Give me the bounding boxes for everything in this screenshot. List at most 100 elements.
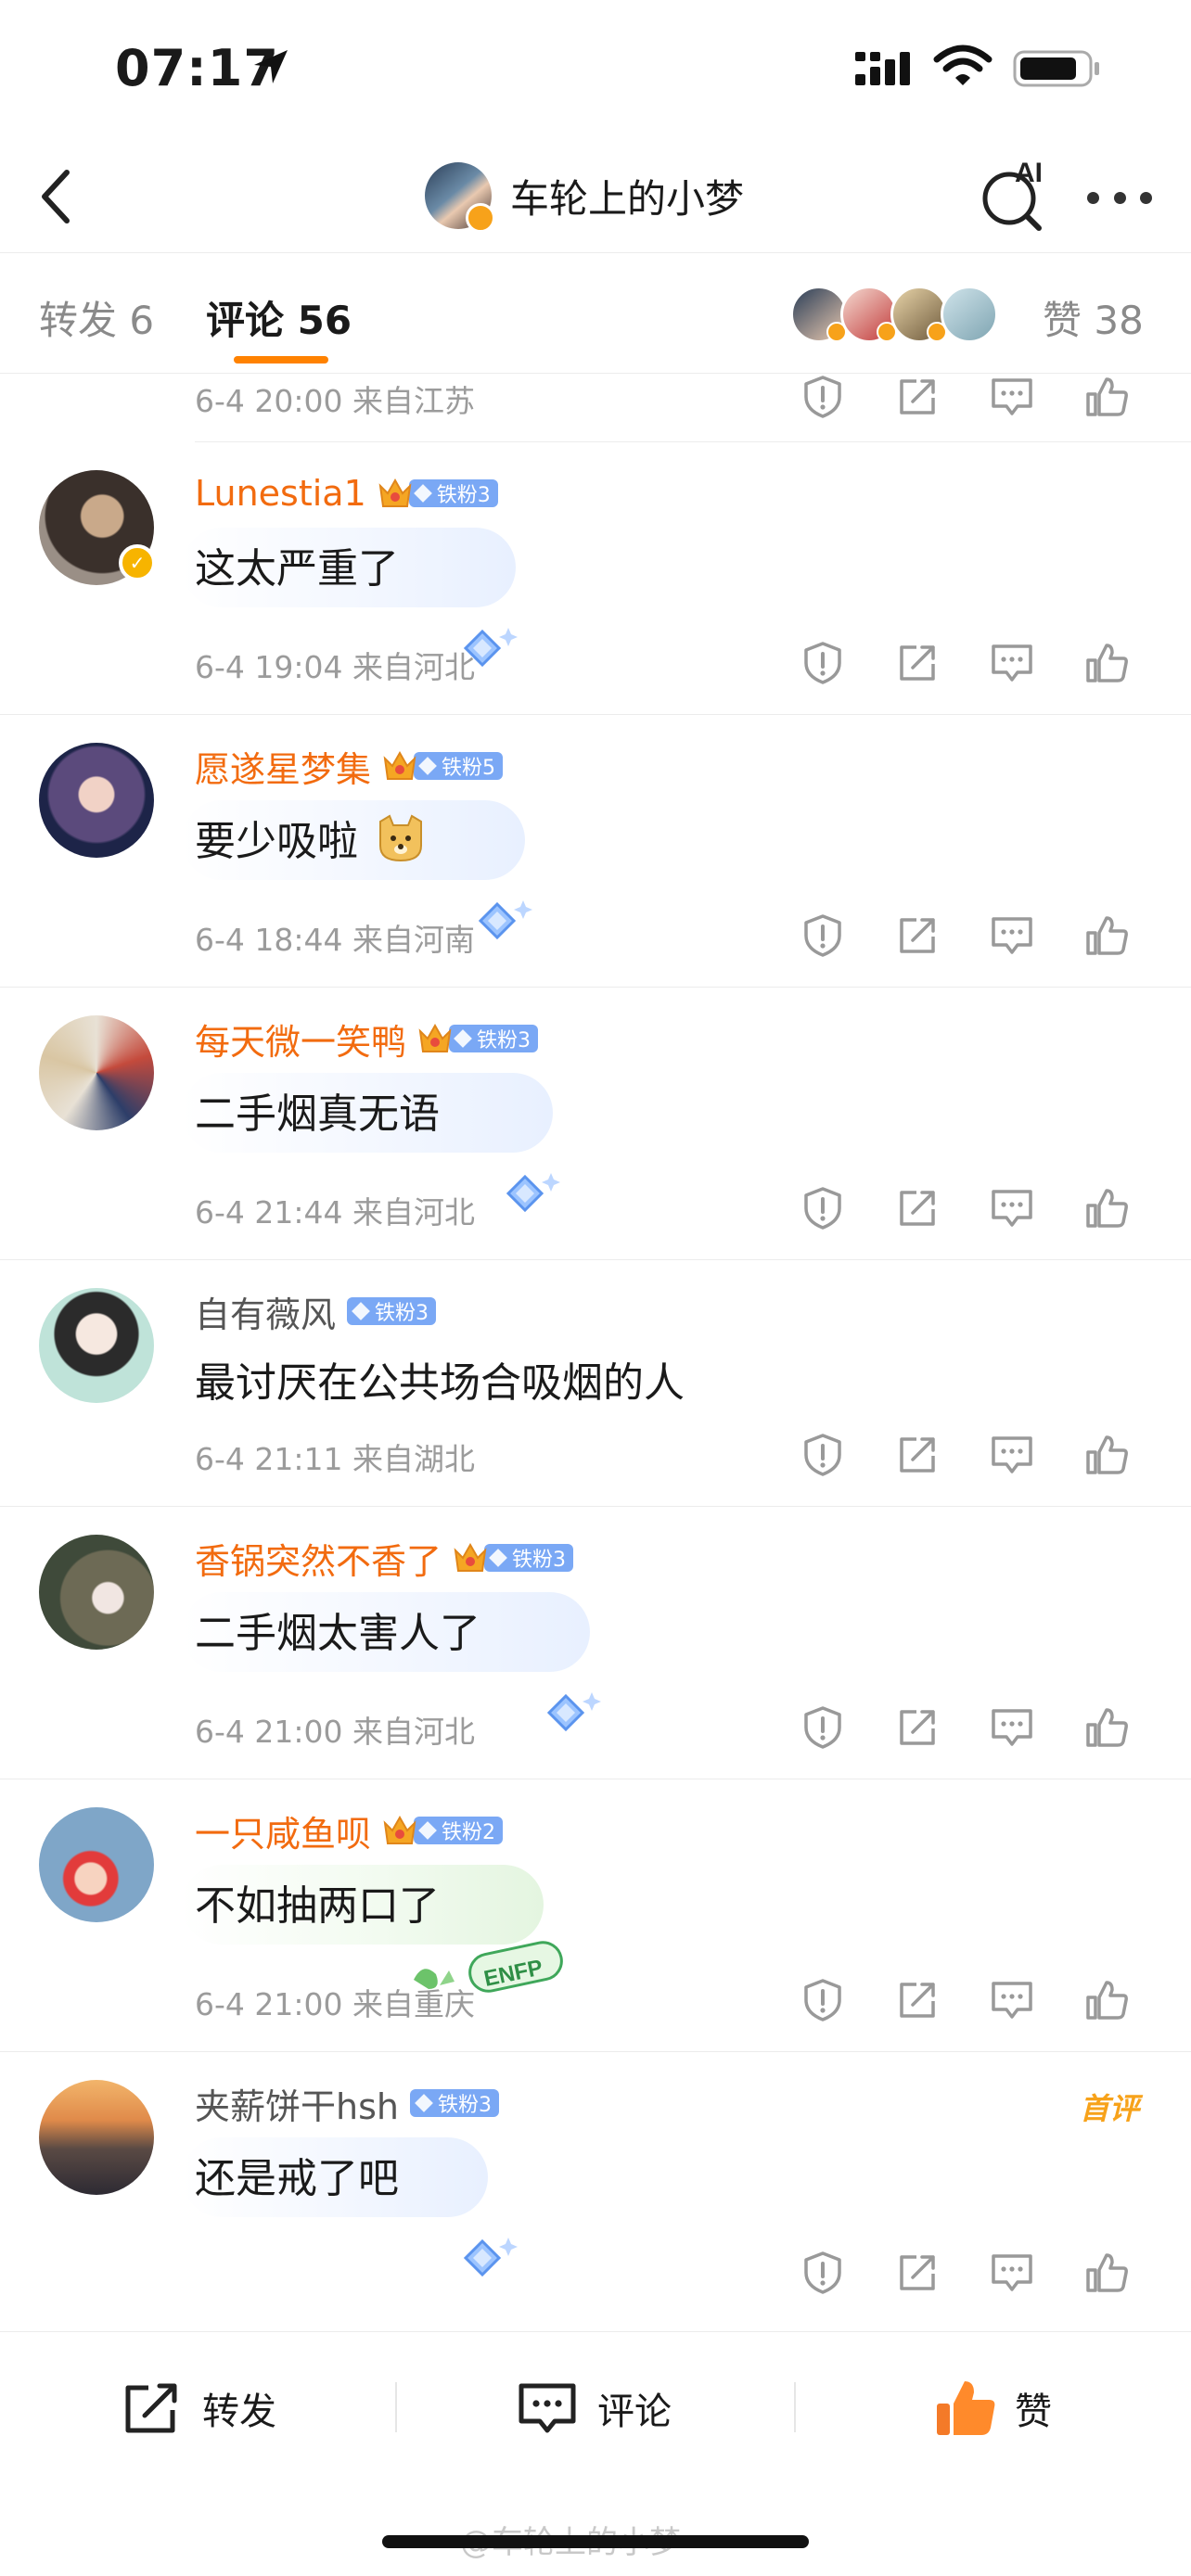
- shield-alert-icon: [804, 376, 841, 418]
- reply-button[interactable]: [965, 1431, 1059, 1479]
- like-button[interactable]: [1059, 639, 1154, 687]
- home-indicator[interactable]: [382, 2535, 809, 2548]
- like-label: 赞: [1015, 2391, 1052, 2433]
- comment-author[interactable]: 夹薪饼干hsh 铁粉3: [195, 2080, 499, 2127]
- reply-button[interactable]: [965, 1184, 1059, 1232]
- like-button[interactable]: 赞: [933, 2378, 1052, 2438]
- avatar[interactable]: [39, 2080, 154, 2195]
- comment-text: 这太严重了: [195, 545, 399, 593]
- share-button[interactable]: [870, 1431, 965, 1479]
- share-button[interactable]: [870, 373, 965, 421]
- author-name: 香锅突然不香了: [195, 1540, 442, 1582]
- comment-item[interactable]: 愿遂星梦集 铁粉5 要少吸啦 6-4 18:44 来自河南: [0, 715, 1191, 988]
- report-button[interactable]: [775, 639, 870, 687]
- comment-author[interactable]: 香锅突然不香了 铁粉3: [195, 1535, 574, 1582]
- share-button[interactable]: [870, 1976, 965, 2024]
- like-button[interactable]: [1059, 1976, 1154, 2024]
- like-button[interactable]: [1059, 2249, 1154, 2297]
- reply-button[interactable]: [965, 912, 1059, 960]
- comment-item[interactable]: 每天微一笑鸭 铁粉3 二手烟真无语 6-4 21:44 来自河北: [0, 988, 1191, 1260]
- share-button[interactable]: [870, 639, 965, 687]
- more-dot-icon: [1140, 191, 1152, 204]
- fan-level: 铁粉3: [408, 479, 498, 507]
- like-button[interactable]: [1059, 1431, 1154, 1479]
- crown-icon: [383, 750, 416, 780]
- report-button[interactable]: [775, 912, 870, 960]
- like-button[interactable]: [1059, 1703, 1154, 1752]
- report-button[interactable]: [775, 373, 870, 421]
- reply-button[interactable]: [965, 2249, 1059, 2297]
- reply-button[interactable]: [965, 1976, 1059, 2024]
- avatar[interactable]: [39, 743, 154, 858]
- ai-search-button[interactable]: AI: [978, 156, 1052, 236]
- avatar[interactable]: ✓: [39, 470, 156, 585]
- comment-actions: [775, 639, 1154, 687]
- tab-comments[interactable]: 评论 56: [206, 289, 352, 346]
- comment-icon: [992, 1709, 1032, 1746]
- comment-text: 二手烟真无语: [195, 1090, 440, 1138]
- comment-text: 还是戒了吧: [195, 2155, 399, 2202]
- diamond-sparkle-icon: [463, 2238, 518, 2277]
- report-button[interactable]: [775, 1976, 870, 2024]
- liker-avatars[interactable]: [790, 286, 998, 343]
- author-name: 每天微一笑鸭: [195, 1021, 407, 1063]
- comment-item[interactable]: ✓ Lunestia1 铁粉3 这太严重了 6-4 19:04 来自河北: [0, 442, 1191, 715]
- thumbs-up-icon: [1086, 1708, 1128, 1747]
- report-button[interactable]: [775, 1184, 870, 1232]
- avatar[interactable]: [39, 1288, 154, 1403]
- share-button[interactable]: [870, 1184, 965, 1232]
- thumbs-up-icon: [1086, 1189, 1128, 1228]
- more-button[interactable]: [1087, 184, 1152, 211]
- share-icon: [900, 645, 935, 681]
- back-button[interactable]: [28, 159, 83, 234]
- comment-author[interactable]: 愿遂星梦集 铁粉5: [195, 743, 504, 790]
- share-button[interactable]: [870, 912, 965, 960]
- repost-button[interactable]: 转发: [121, 2378, 276, 2438]
- comment-author[interactable]: 自有薇风 铁粉3: [195, 1288, 437, 1335]
- comment-author[interactable]: 一只咸鱼呗 铁粉2: [195, 1807, 504, 1855]
- comment-icon: [992, 2254, 1032, 2291]
- repost-label: 转发: [202, 2391, 276, 2433]
- share-icon: [900, 379, 935, 414]
- comment-item[interactable]: 夹薪饼干hsh 铁粉3 首评 还是戒了吧: [0, 2052, 1191, 2327]
- reply-button[interactable]: [965, 1703, 1059, 1752]
- like-button[interactable]: [1059, 1184, 1154, 1232]
- crown-icon: [418, 1023, 452, 1052]
- comment-item[interactable]: 香锅突然不香了 铁粉3 二手烟太害人了 6-4 21:00 来自河北: [0, 1507, 1191, 1779]
- avatar[interactable]: [39, 1535, 154, 1650]
- avatar[interactable]: [39, 1807, 154, 1922]
- comment-item[interactable]: 自有薇风 铁粉3 最讨厌在公共场合吸烟的人 6-4 21:11 来自湖北: [0, 1260, 1191, 1507]
- avatar[interactable]: [39, 1015, 154, 1130]
- comment-actions: [775, 1431, 1154, 1479]
- share-button[interactable]: [870, 1703, 965, 1752]
- share-icon: [900, 1437, 935, 1473]
- nav-author[interactable]: 车轮上的小梦: [425, 158, 744, 234]
- thumbs-up-icon: [1086, 1435, 1128, 1474]
- like-button[interactable]: [1059, 373, 1154, 421]
- comment-author[interactable]: 每天微一笑鸭 铁粉3: [195, 1015, 539, 1063]
- reply-button[interactable]: [965, 373, 1059, 421]
- shield-alert-icon: [804, 642, 841, 684]
- tab-reposts[interactable]: 转发 6: [39, 289, 154, 346]
- crown-icon: [383, 1815, 416, 1844]
- report-button[interactable]: [775, 2249, 870, 2297]
- comment-icon: [992, 644, 1032, 682]
- thumbs-up-icon: [1086, 916, 1128, 955]
- share-button[interactable]: [870, 2249, 965, 2297]
- share-icon: [900, 2255, 935, 2290]
- comment-icon: [519, 2383, 576, 2433]
- report-button[interactable]: [775, 1431, 870, 1479]
- share-icon: [125, 2383, 177, 2433]
- comment-author[interactable]: Lunestia1 铁粉3: [195, 470, 498, 516]
- tab-likes[interactable]: 赞 38: [1043, 289, 1144, 346]
- comment-item[interactable]: 一只咸鱼呗 铁粉2 ENFP 不如抽两口了 6-4 21:00 来自重庆: [0, 1779, 1191, 2052]
- report-button[interactable]: [775, 1703, 870, 1752]
- like-button[interactable]: [1059, 912, 1154, 960]
- bottom-action-bar: 转发 评论 赞: [0, 2331, 1191, 2480]
- comment-button[interactable]: 评论: [516, 2378, 672, 2438]
- location-arrow-icon: [254, 50, 288, 83]
- author-name: 夹薪饼干hsh: [195, 2085, 399, 2127]
- author-name: Lunestia1: [195, 473, 366, 514]
- nav-bar: 车轮上的小梦 AI: [0, 139, 1191, 253]
- reply-button[interactable]: [965, 639, 1059, 687]
